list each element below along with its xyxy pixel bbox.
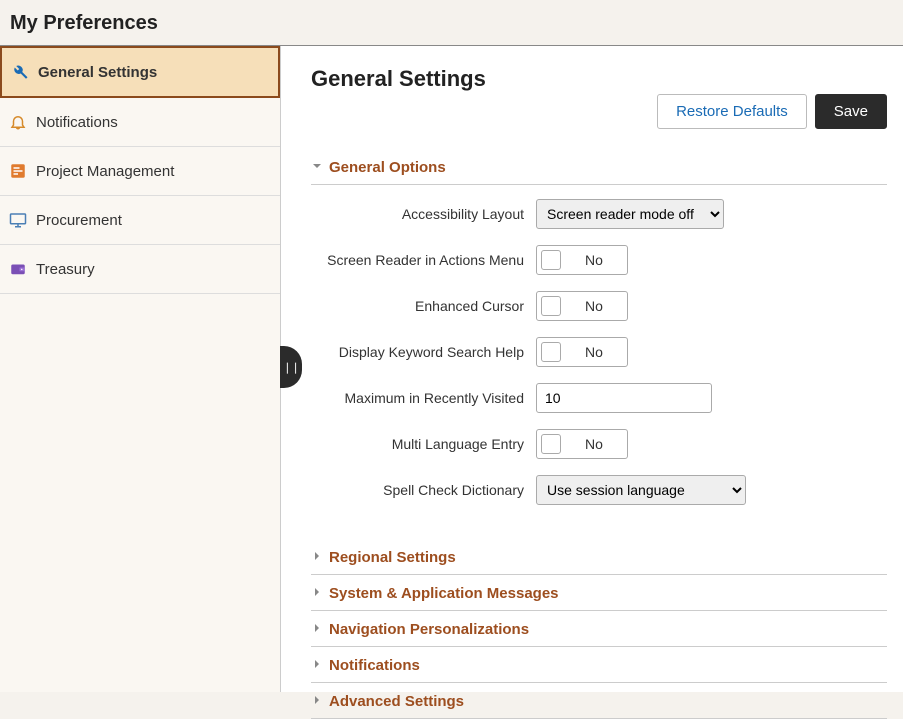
sidebar-item-label: Treasury <box>36 261 95 278</box>
save-button[interactable]: Save <box>815 94 887 129</box>
monitor-icon <box>8 210 28 230</box>
toggle-text: No <box>561 344 627 360</box>
screen-reader-actions-label: Screen Reader in Actions Menu <box>311 252 536 269</box>
section-title: Navigation Personalizations <box>329 621 529 638</box>
wallet-icon <box>8 259 28 279</box>
display-keyword-help-toggle[interactable]: No <box>536 337 628 367</box>
page-title: My Preferences <box>0 0 903 45</box>
sidebar-item-general-settings[interactable]: General Settings <box>0 46 280 98</box>
accessibility-label: Accessibility Layout <box>311 206 536 223</box>
spell-check-select[interactable]: Use session language <box>536 475 746 505</box>
main-content: ❘❘ General Settings Restore Defaults Sav… <box>280 46 903 692</box>
chevron-right-icon <box>311 550 323 565</box>
screen-reader-actions-toggle[interactable]: No <box>536 245 628 275</box>
main-title: General Settings <box>311 64 486 92</box>
section-header-navigation-personalizations[interactable]: Navigation Personalizations <box>311 611 887 647</box>
sidebar-item-label: Notifications <box>36 114 118 131</box>
enhanced-cursor-label: Enhanced Cursor <box>311 298 536 315</box>
section-header-notifications[interactable]: Notifications <box>311 647 887 683</box>
sidebar-collapse-handle[interactable]: ❘❘ <box>280 346 302 388</box>
chart-icon <box>8 161 28 181</box>
multi-language-label: Multi Language Entry <box>311 436 536 453</box>
section-title: Advanced Settings <box>329 693 464 710</box>
toggle-box <box>541 434 561 454</box>
max-recently-visited-input[interactable] <box>536 383 712 413</box>
max-recently-visited-label: Maximum in Recently Visited <box>311 390 536 407</box>
chevron-right-icon <box>311 586 323 601</box>
spell-check-label: Spell Check Dictionary <box>311 482 536 499</box>
toggle-text: No <box>561 298 627 314</box>
sidebar-item-label: General Settings <box>38 64 157 81</box>
section-title: Notifications <box>329 657 420 674</box>
accessibility-select[interactable]: Screen reader mode off <box>536 199 724 229</box>
section-header-general-options[interactable]: General Options <box>311 149 887 185</box>
enhanced-cursor-toggle[interactable]: No <box>536 291 628 321</box>
section-header-system-messages[interactable]: System & Application Messages <box>311 575 887 611</box>
chevron-right-icon <box>311 694 323 709</box>
chevron-down-icon <box>311 160 323 175</box>
toggle-text: No <box>561 436 627 452</box>
multi-language-toggle[interactable]: No <box>536 429 628 459</box>
section-title: General Options <box>329 159 446 176</box>
toggle-text: No <box>561 252 627 268</box>
section-title: System & Application Messages <box>329 585 559 602</box>
sidebar-item-notifications[interactable]: Notifications <box>0 98 280 147</box>
toggle-box <box>541 342 561 362</box>
sidebar-item-project-management[interactable]: Project Management <box>0 147 280 196</box>
chevron-right-icon <box>311 622 323 637</box>
section-header-regional-settings[interactable]: Regional Settings <box>311 539 887 575</box>
display-keyword-help-label: Display Keyword Search Help <box>311 344 536 361</box>
sidebar-item-treasury[interactable]: Treasury <box>0 245 280 294</box>
section-title: Regional Settings <box>329 549 456 566</box>
chevron-right-icon <box>311 658 323 673</box>
wrench-icon <box>10 62 30 82</box>
section-header-advanced-settings[interactable]: Advanced Settings <box>311 683 887 719</box>
restore-defaults-button[interactable]: Restore Defaults <box>657 94 807 129</box>
general-options-form: Accessibility Layout Screen reader mode … <box>311 185 887 539</box>
bell-icon <box>8 112 28 132</box>
sidebar: General Settings Notifications Project M… <box>0 46 280 692</box>
sidebar-item-label: Project Management <box>36 163 174 180</box>
toggle-box <box>541 250 561 270</box>
toggle-box <box>541 296 561 316</box>
sidebar-item-procurement[interactable]: Procurement <box>0 196 280 245</box>
sidebar-item-label: Procurement <box>36 212 122 229</box>
